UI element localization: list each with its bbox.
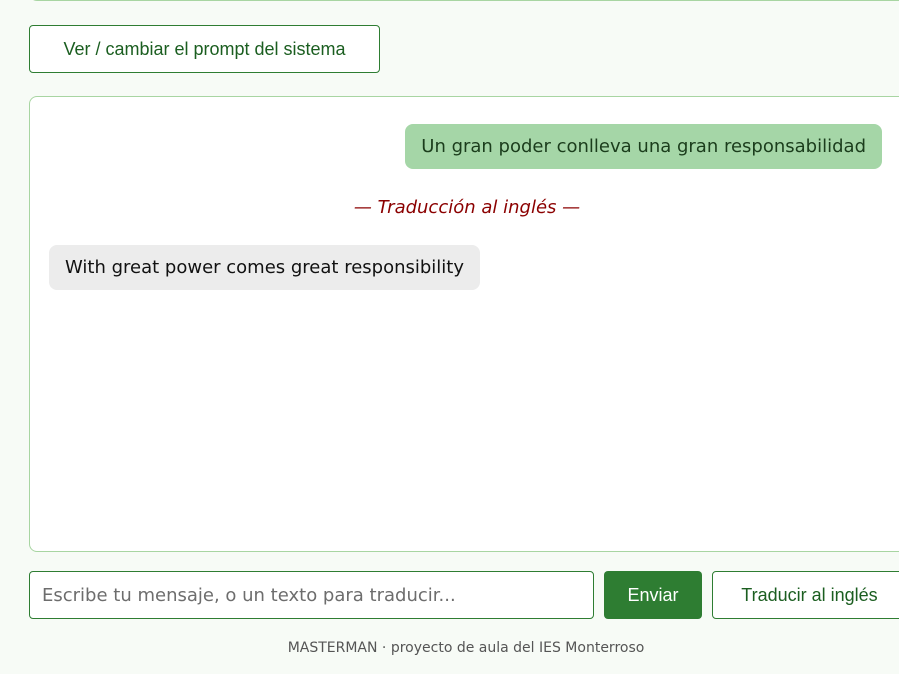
translation-separator: — Traducción al inglés — xyxy=(353,197,581,218)
translate-to-english-button[interactable]: Traducir al inglés xyxy=(712,571,899,619)
assistant-message: With great power comes great responsibil… xyxy=(49,245,481,290)
footer-text: MASTERMAN · proyecto de aula del IES Mon… xyxy=(287,640,645,656)
chat-panel: Un gran poder conlleva una gran responsa… xyxy=(29,96,899,552)
user-message: Un gran poder conlleva una gran responsa… xyxy=(405,124,882,169)
message-input[interactable] xyxy=(29,571,594,619)
send-button[interactable]: Enviar xyxy=(604,571,702,619)
system-prompt-button[interactable]: Ver / cambiar el prompt del sistema xyxy=(29,25,380,73)
previous-panel-edge xyxy=(29,0,899,1)
